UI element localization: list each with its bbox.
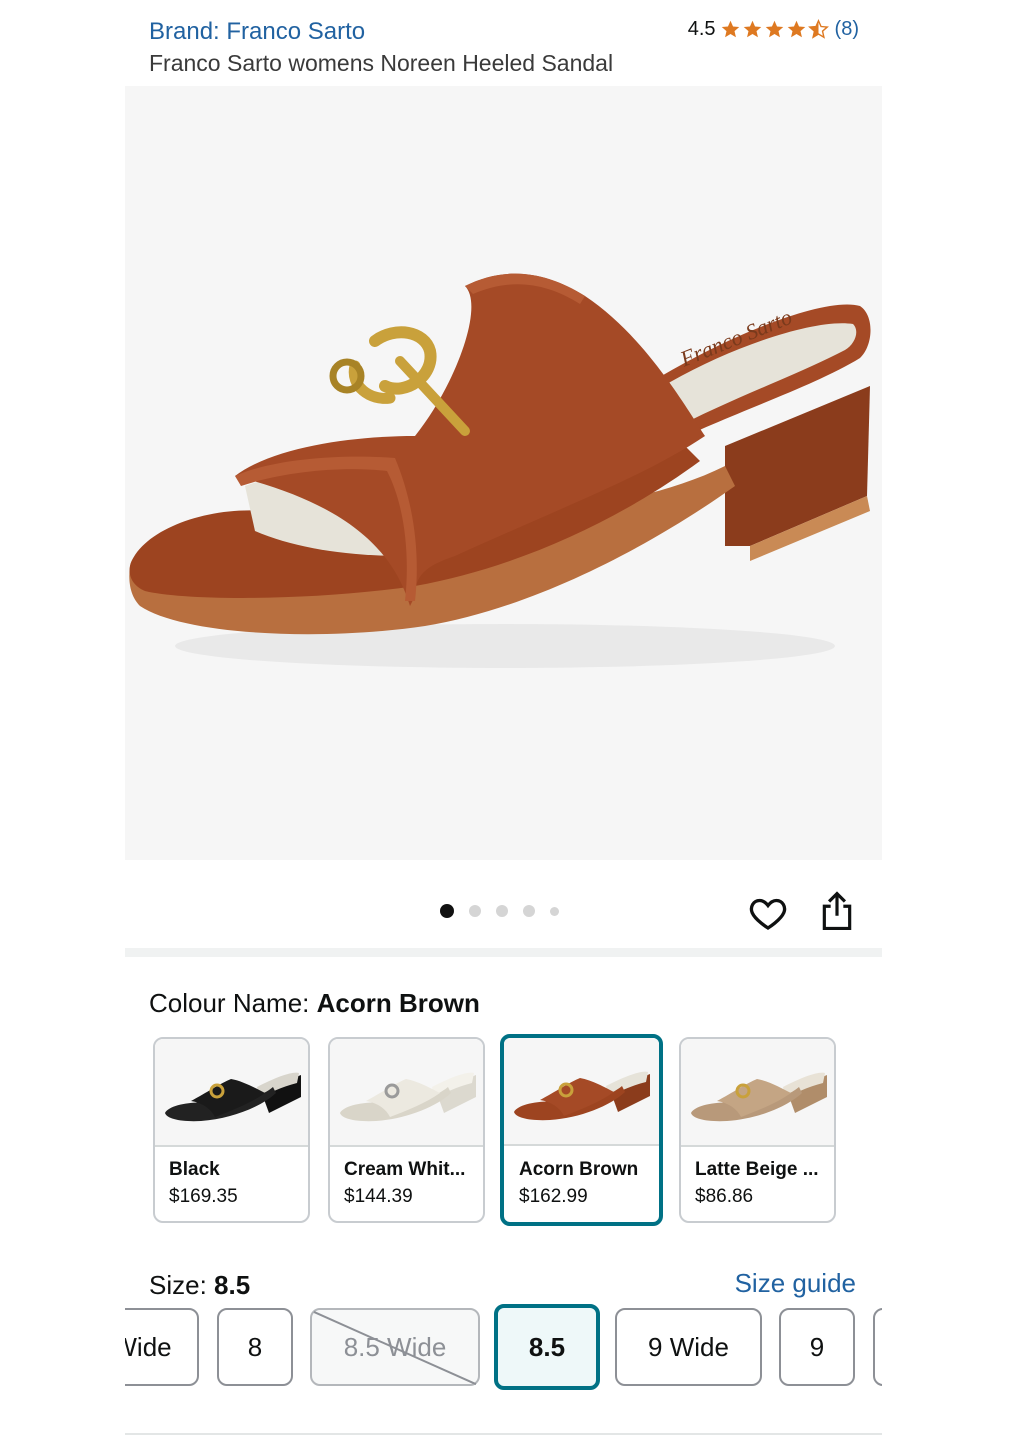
sandal-thumbnail	[691, 1072, 827, 1122]
size-option-label: 9 Wide	[648, 1331, 729, 1362]
size-option-label: 8	[247, 1331, 263, 1362]
sandal-thumbnail	[340, 1072, 476, 1122]
star-icon	[787, 20, 805, 38]
swatch-name: Latte Beige ...	[695, 1159, 819, 1180]
size-option[interactable]: Wide	[125, 1308, 199, 1386]
brand-link[interactable]: Brand: Franco Sarto	[149, 18, 365, 46]
star-icon	[721, 20, 739, 38]
rating-value: 4.5	[687, 18, 716, 40]
sandal-thumbnail	[165, 1072, 301, 1122]
product-title: Franco Sarto womens Noreen Heeled Sandal	[149, 50, 614, 76]
size-heading: Size: 8.5	[149, 1270, 250, 1301]
swatch-name: Acorn Brown	[519, 1159, 639, 1180]
size-guide-link[interactable]: Size guide	[735, 1268, 856, 1299]
carousel-dot[interactable]	[523, 905, 535, 917]
swatch-price: $86.86	[695, 1186, 754, 1207]
section-divider	[125, 948, 882, 957]
carousel-indicator[interactable]	[440, 904, 559, 918]
colour-option-acorn-brown[interactable]: Acorn Brown $162.99	[500, 1034, 663, 1226]
size-option[interactable]: 9	[779, 1308, 855, 1386]
product-header: Brand: Franco Sarto Franco Sarto womens …	[149, 18, 859, 82]
colour-option-black[interactable]: Black $169.35	[153, 1037, 310, 1223]
swatch-price: $162.99	[519, 1186, 588, 1207]
carousel-dot[interactable]	[469, 905, 481, 917]
swatch-thumbnail	[330, 1039, 483, 1147]
swatch-price: $169.35	[169, 1186, 238, 1207]
colour-heading: Colour Name: Acorn Brown	[149, 988, 480, 1019]
buckle-ornament	[329, 326, 470, 436]
carousel-dot[interactable]	[550, 906, 559, 916]
swatch-thumbnail	[681, 1039, 834, 1147]
rating-count[interactable]: (8)	[835, 18, 859, 41]
swatch-name: Black	[169, 1159, 220, 1180]
colour-label-text: Colour Name:	[149, 988, 317, 1018]
swatch-thumbnail	[155, 1039, 308, 1147]
size-option[interactable]: 8	[217, 1308, 293, 1386]
colour-selected-value: Acorn Brown	[316, 988, 480, 1018]
swatch-name: Cream Whit...	[344, 1159, 466, 1180]
size-option-unavailable[interactable]: 8.5 Wide	[310, 1308, 480, 1386]
carousel-dot[interactable]	[496, 905, 508, 917]
size-label-text: Size:	[149, 1270, 215, 1300]
unavailable-strike	[313, 1311, 477, 1386]
size-option[interactable]: 9 Wide	[615, 1308, 762, 1386]
size-selected-value: 8.5	[214, 1270, 251, 1300]
bottom-divider	[125, 1433, 882, 1435]
share-icon[interactable]	[818, 890, 856, 932]
half-star-icon	[807, 19, 829, 39]
size-option-selected[interactable]: 8.5	[494, 1304, 600, 1390]
star-icon	[743, 20, 761, 38]
size-option-label: 9	[809, 1331, 825, 1362]
sandal-thumbnail	[514, 1071, 650, 1121]
swatch-price: $144.39	[344, 1186, 413, 1207]
star-rating	[720, 19, 829, 40]
size-options-strip[interactable]: Wide 8 8.5 Wide 8.5 9 Wide 9	[125, 1304, 882, 1390]
product-image[interactable]: Franco Sarto	[125, 86, 882, 860]
heart-icon[interactable]	[748, 893, 788, 933]
size-option-label: 8.5	[528, 1331, 566, 1362]
star-icon	[765, 20, 783, 38]
size-option-partial[interactable]	[873, 1308, 882, 1386]
sandal-illustration: Franco Sarto	[129, 273, 871, 668]
colour-option-cream-white[interactable]: Cream Whit... $144.39	[328, 1037, 485, 1223]
carousel-dot[interactable]	[440, 904, 454, 918]
size-option-label: Wide	[125, 1331, 172, 1362]
swatch-thumbnail	[504, 1038, 659, 1146]
colour-option-latte-beige[interactable]: Latte Beige ... $86.86	[679, 1037, 836, 1223]
rating-summary[interactable]: 4.5 (8)	[688, 18, 859, 41]
